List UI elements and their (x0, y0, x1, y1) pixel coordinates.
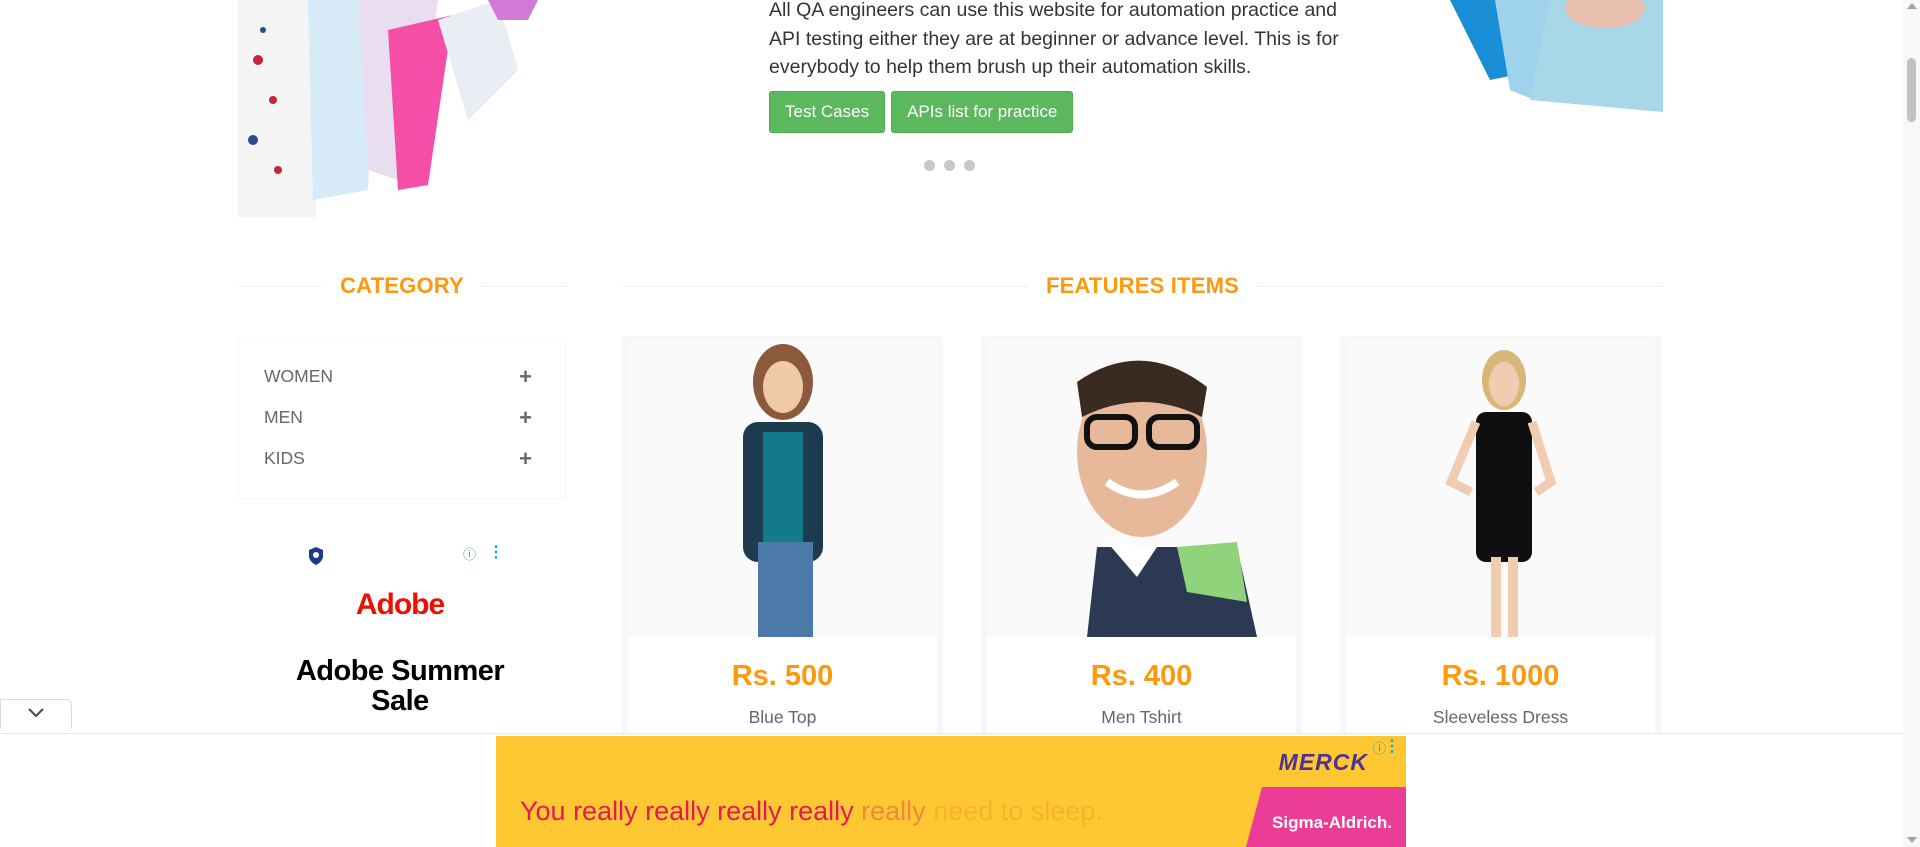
page-scrollbar[interactable] (1903, 0, 1920, 847)
hero-buttons: Test Cases APIs list for practice (769, 91, 1074, 133)
ad-headline: Adobe Summer Sale (295, 655, 505, 717)
carousel-dot-2[interactable] (944, 160, 955, 171)
carousel-dot-1[interactable] (924, 160, 935, 171)
hero-image-right (1440, 0, 1663, 112)
product-name: Blue Top (748, 707, 817, 727)
product-price: Rs. 400 (1090, 660, 1193, 692)
plus-icon[interactable]: + (519, 447, 532, 470)
scroll-down-arrow-icon[interactable] (1907, 837, 1917, 843)
ad-tagline: You really really really really really n… (520, 796, 1103, 827)
plus-icon[interactable]: + (519, 365, 532, 388)
test-cases-button[interactable]: Test Cases (769, 91, 886, 133)
product-card: Rs. 400 Men Tshirt (981, 336, 1302, 736)
product-price: Rs. 1000 (1441, 660, 1560, 692)
plus-icon[interactable]: + (519, 406, 532, 429)
category-item-kids[interactable]: KIDS + (239, 438, 565, 479)
apis-list-button[interactable]: APIs list for practice (891, 91, 1074, 133)
title-divider (1257, 285, 1664, 287)
features-title: FEATURES ITEMS (1045, 273, 1240, 298)
product-price: Rs. 500 (731, 660, 834, 692)
kebab-icon[interactable]: ⋮ (1384, 736, 1400, 756)
tagline-part: really (861, 796, 934, 826)
info-icon[interactable]: ⓘ (463, 544, 476, 563)
product-image-sleeveless-dress (1346, 342, 1655, 637)
carousel-dot-3[interactable] (964, 160, 975, 171)
tagline-part: You really really really really (520, 796, 862, 826)
category-panel: WOMEN + MEN + KIDS + (238, 337, 566, 499)
features-title-row: FEATURES ITEMS (622, 272, 1664, 300)
shield-icon (307, 546, 325, 571)
product-name: Sleeveless Dress (1432, 707, 1569, 727)
carousel-indicators (924, 160, 975, 171)
merck-ad[interactable]: ⓘ ⋮ MERCK You really really really reall… (496, 736, 1406, 847)
hero-description: All QA engineers can use this website fo… (769, 0, 1339, 78)
product-name: Men Tshirt (1101, 707, 1182, 727)
hero-image-shopping-bags (238, 0, 548, 217)
merck-logo: MERCK (1278, 749, 1368, 775)
product-image-men-tshirt (987, 342, 1296, 637)
collapse-ad-button[interactable] (0, 699, 72, 729)
scroll-up-arrow-icon[interactable] (1907, 3, 1917, 9)
category-item-men[interactable]: MEN + (239, 397, 565, 438)
sigma-aldrich-label: Sigma-Aldrich. (1272, 813, 1392, 832)
tagline-part: need to sleep. (933, 796, 1103, 826)
chevron-down-icon (27, 706, 45, 724)
category-label: KIDS (264, 448, 305, 468)
title-divider (481, 285, 567, 287)
product-image-blue-top (628, 342, 937, 637)
ad-brand: Adobe (355, 588, 445, 621)
title-divider (238, 285, 323, 287)
category-title-row: CATEGORY (238, 272, 567, 300)
category-item-women[interactable]: WOMEN + (239, 356, 565, 397)
adobe-ad[interactable]: ⓘ ⋮ Adobe Adobe Summer Sale (290, 538, 510, 734)
category-title: CATEGORY (340, 273, 464, 298)
title-divider (622, 285, 1028, 287)
category-label: WOMEN (264, 366, 334, 386)
kebab-icon[interactable]: ⋮ (488, 542, 504, 562)
category-label: MEN (264, 407, 303, 427)
product-card: Rs. 1000 Sleeveless Dress (1340, 336, 1661, 736)
product-card: Rs. 500 Blue Top (622, 336, 943, 736)
page: All QA engineers can use this website fo… (0, 0, 1920, 847)
scrollbar-thumb[interactable] (1907, 58, 1916, 122)
